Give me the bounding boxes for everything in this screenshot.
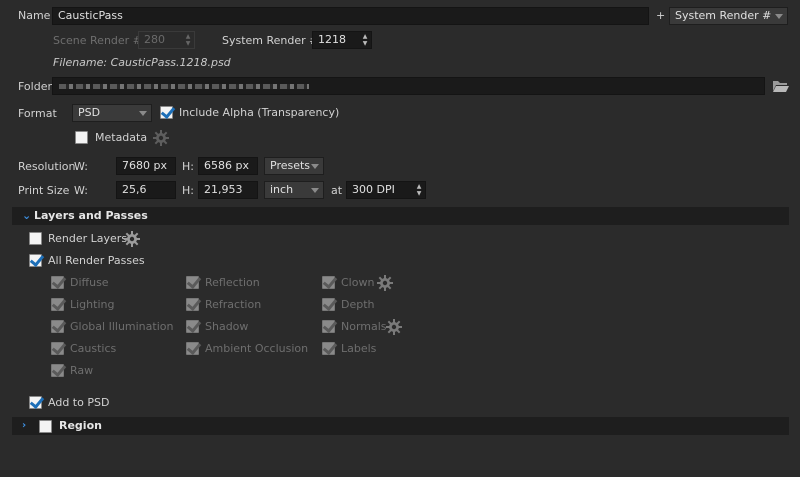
pass-diffuse-checkbox[interactable] xyxy=(51,276,64,289)
system-render-stepper[interactable]: 1218 ▲ ▼ xyxy=(312,31,372,49)
name-token-value: System Render # xyxy=(675,9,772,22)
scene-render-stepper[interactable]: 280 ▲ ▼ xyxy=(138,31,195,49)
presets-value: Presets xyxy=(270,159,311,172)
dpi-stepper[interactable]: 300 DPI ▲ ▼ xyxy=(346,181,426,199)
pass-gi-checkbox[interactable] xyxy=(51,320,64,333)
pass-raw-label: Raw xyxy=(70,364,94,377)
chevron-down-icon xyxy=(311,164,319,169)
at-label: at xyxy=(331,184,343,197)
format-label: Format xyxy=(18,107,57,120)
resolution-label: Resolution xyxy=(18,160,76,173)
scene-render-value: 280 xyxy=(144,33,165,46)
scene-render-label: Scene Render # xyxy=(53,34,142,47)
include-alpha-checkbox[interactable] xyxy=(160,106,173,119)
normals-gear-icon[interactable] xyxy=(386,319,402,335)
print-width-input[interactable]: 25,6 xyxy=(116,181,176,199)
pass-caustics-label: Caustics xyxy=(70,342,117,355)
print-w-label: W: xyxy=(74,184,88,197)
metadata-gear-icon[interactable] xyxy=(153,130,169,146)
pass-reflection-label: Reflection xyxy=(205,276,260,289)
pass-lighting-checkbox[interactable] xyxy=(51,298,64,311)
chevron-down-icon xyxy=(139,111,147,116)
add-to-psd-label: Add to PSD xyxy=(48,396,110,409)
chevron-down-icon xyxy=(311,188,319,193)
pass-clown-checkbox[interactable] xyxy=(322,276,335,289)
region-checkbox[interactable] xyxy=(39,420,52,433)
folder-label: Folder xyxy=(18,80,52,93)
filename-text: Filename: CausticPass.1218.psd xyxy=(53,56,231,69)
print-unit-dropdown[interactable]: inch xyxy=(264,181,324,199)
pass-clown-label: Clown xyxy=(341,276,375,289)
format-dropdown[interactable]: PSD xyxy=(72,104,152,122)
layers-passes-header[interactable]: ⌄ Layers and Passes xyxy=(12,207,789,225)
name-label: Name xyxy=(18,9,51,22)
resolution-h-label: H: xyxy=(182,160,194,173)
render-layers-checkbox[interactable] xyxy=(29,232,42,245)
print-unit-value: inch xyxy=(270,183,294,196)
region-header[interactable]: › Region xyxy=(12,417,789,435)
pass-ao-label: Ambient Occlusion xyxy=(205,342,309,355)
pass-ao-checkbox[interactable] xyxy=(186,342,199,355)
add-to-psd-checkbox[interactable] xyxy=(29,396,42,409)
spinner-icon[interactable]: ▲ ▼ xyxy=(415,183,423,197)
include-alpha-label: Include Alpha (Transparency) xyxy=(179,106,340,119)
name-input[interactable]: CausticPass xyxy=(52,7,649,25)
pass-caustics-checkbox[interactable] xyxy=(51,342,64,355)
pass-depth-checkbox[interactable] xyxy=(322,298,335,311)
folder-icon[interactable] xyxy=(772,78,790,93)
chevron-down-icon xyxy=(775,14,783,19)
pass-refraction-label: Refraction xyxy=(205,298,262,311)
print-height-input[interactable]: 21,953 xyxy=(198,181,258,199)
print-h-label: H: xyxy=(182,184,194,197)
pass-labels-label: Labels xyxy=(341,342,377,355)
system-render-value: 1218 xyxy=(318,33,346,46)
pass-lighting-label: Lighting xyxy=(70,298,115,311)
resolution-w-label: W: xyxy=(74,160,88,173)
render-layers-label: Render Layers xyxy=(48,232,128,245)
pass-shadow-checkbox[interactable] xyxy=(186,320,199,333)
pass-depth-label: Depth xyxy=(341,298,375,311)
format-value: PSD xyxy=(78,106,101,119)
render-layers-gear-icon[interactable] xyxy=(124,231,140,247)
pass-refraction-checkbox[interactable] xyxy=(186,298,199,311)
print-size-label: Print Size xyxy=(18,184,70,197)
chevron-right-icon: › xyxy=(22,420,27,431)
layers-passes-title: Layers and Passes xyxy=(34,209,148,222)
all-render-passes-checkbox[interactable] xyxy=(29,254,42,267)
spinner-icon[interactable]: ▲ ▼ xyxy=(361,33,369,47)
chevron-down-icon: ⌄ xyxy=(22,209,32,222)
presets-dropdown[interactable]: Presets xyxy=(264,157,324,175)
resolution-height-input[interactable]: 6586 px xyxy=(198,157,258,175)
pass-shadow-label: Shadow xyxy=(205,320,249,333)
plus-label: + xyxy=(656,9,666,22)
region-title: Region xyxy=(59,419,102,432)
pass-normals-label: Normals xyxy=(341,320,387,333)
pass-gi-label: Global Illumination xyxy=(70,320,174,333)
all-render-passes-label: All Render Passes xyxy=(48,254,145,267)
redacted-path xyxy=(59,84,309,89)
pass-reflection-checkbox[interactable] xyxy=(186,276,199,289)
name-token-dropdown[interactable]: System Render # xyxy=(669,7,788,25)
clown-gear-icon[interactable] xyxy=(377,275,393,291)
folder-input[interactable] xyxy=(52,77,765,95)
pass-normals-checkbox[interactable] xyxy=(322,320,335,333)
system-render-label: System Render # xyxy=(222,34,319,47)
spinner-icon[interactable]: ▲ ▼ xyxy=(184,33,192,47)
pass-labels-checkbox[interactable] xyxy=(322,342,335,355)
metadata-label: Metadata xyxy=(95,131,148,144)
dpi-value: 300 DPI xyxy=(352,183,395,196)
pass-raw-checkbox[interactable] xyxy=(51,364,64,377)
resolution-width-input[interactable]: 7680 px xyxy=(116,157,176,175)
pass-diffuse-label: Diffuse xyxy=(70,276,109,289)
metadata-checkbox[interactable] xyxy=(75,131,88,144)
